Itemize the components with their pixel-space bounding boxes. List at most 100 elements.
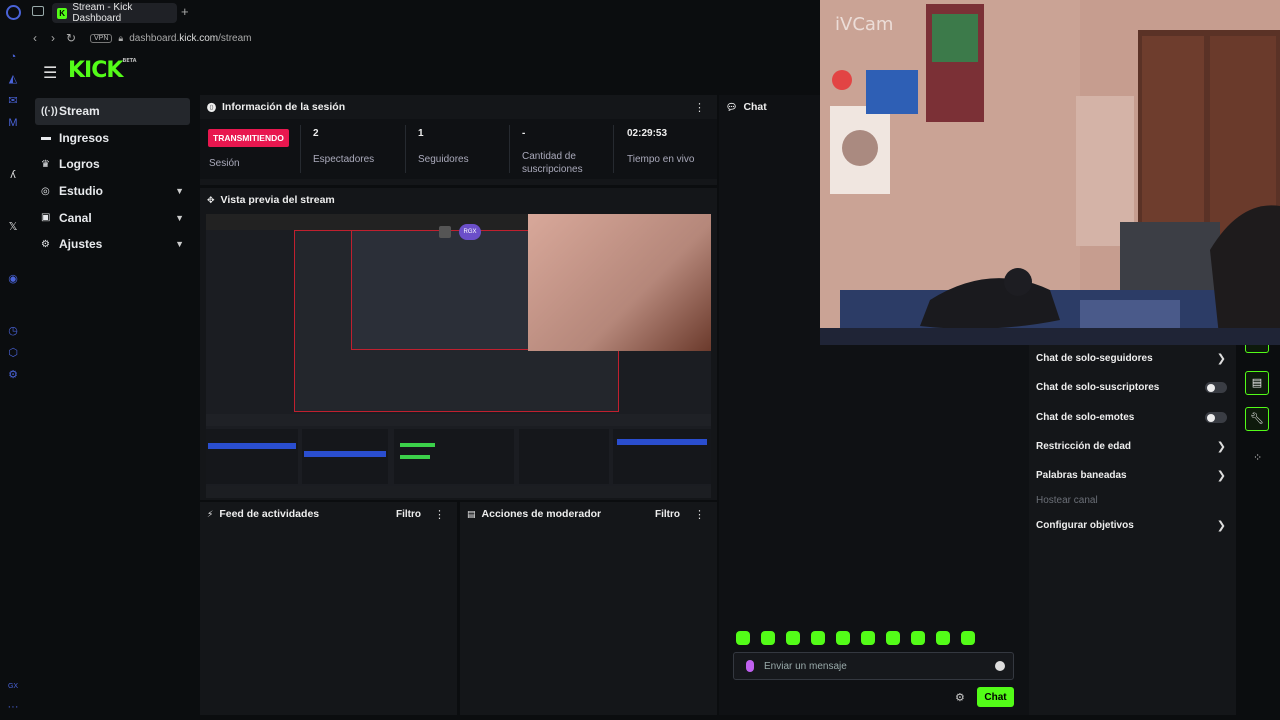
preview-obs-transitions <box>519 429 609 484</box>
camera-overlay: iVCam <box>820 0 1280 345</box>
setting-label: Chat de solo-emotes <box>1036 412 1135 423</box>
setting-subscribers-only[interactable]: Chat de solo-suscriptores <box>1036 382 1236 393</box>
setting-banned-words[interactable]: Palabras baneadas ❯ <box>1036 470 1236 482</box>
nav-item-canal[interactable]: ▣ Canal ▼ <box>35 204 190 231</box>
emote-icon[interactable] <box>961 631 975 645</box>
more-icon[interactable]: ··· <box>6 700 20 714</box>
menu-icon[interactable]: ☰ <box>43 63 57 83</box>
browser-settings-icon[interactable]: ⚙ <box>6 368 20 382</box>
preview-camera-feed <box>528 214 711 351</box>
stat-value: 02:29:53 <box>627 128 668 139</box>
cam-badge <box>832 70 852 90</box>
mod-filter-button[interactable]: Filtro <box>655 509 680 520</box>
panel-title: Chat <box>743 101 767 113</box>
stat-status: TRANSMITIENDO Sesión <box>200 119 304 179</box>
subscribers-only-toggle[interactable] <box>1205 382 1227 393</box>
kick-logo[interactable]: KICKBETA <box>68 58 137 83</box>
aria-icon[interactable]: ◭ <box>6 72 20 86</box>
messenger-icon[interactable]: ✉ <box>6 94 20 108</box>
speed-dial-icon[interactable]: ◔ <box>6 50 20 64</box>
vpn-badge[interactable]: VPN <box>90 33 113 43</box>
emote-icon[interactable] <box>836 631 850 645</box>
stream-preview[interactable]: RGX <box>206 214 711 498</box>
history-icon[interactable]: ◷ <box>6 324 20 338</box>
emote-bar <box>736 631 975 645</box>
player-icon[interactable]: ◉ <box>6 272 20 286</box>
emoji-picker-icon[interactable] <box>995 661 1005 671</box>
send-chat-button[interactable]: Chat <box>977 687 1014 707</box>
chat-input[interactable]: Enviar un mensaje <box>733 652 1014 680</box>
nav-item-ajustes[interactable]: ⚙ Ajustes ▼ <box>35 231 190 258</box>
url-field[interactable]: dashboard.kick.com/stream <box>129 33 251 44</box>
nav-item-ingresos[interactable]: ▬ Ingresos <box>35 125 190 152</box>
emote-icon[interactable] <box>761 631 775 645</box>
stat-value: 2 <box>313 128 319 139</box>
emotes-only-toggle[interactable] <box>1205 412 1227 423</box>
emote-icon[interactable] <box>861 631 875 645</box>
stat-subscriptions: - Cantidad de suscripciones <box>522 119 600 179</box>
stat-uptime: 02:29:53 Tiempo en vivo <box>627 119 717 179</box>
setting-label: Palabras baneadas <box>1036 470 1127 481</box>
tab-switcher-icon[interactable] <box>32 6 44 16</box>
more-options-icon[interactable]: ⋮ <box>434 508 445 521</box>
opera-logo-icon[interactable] <box>6 5 21 20</box>
forward-icon[interactable]: › <box>44 31 62 45</box>
chevron-right-icon: ❯ <box>1216 470 1226 482</box>
panel-title: Acciones de moderador <box>481 508 602 520</box>
nav-label: Ingresos <box>59 130 110 145</box>
layout-tool-icon[interactable]: ▤ <box>1245 371 1269 395</box>
popout-icon[interactable] <box>439 226 451 238</box>
cam-sticker <box>866 70 918 114</box>
preview-icon: ✥ <box>207 194 215 205</box>
browser-tab-bar: K Stream - Kick Dashboard + <box>0 0 820 26</box>
x-icon[interactable]: 𝕏 <box>6 220 20 234</box>
nav-item-logros[interactable]: ♛ Logros <box>35 151 190 178</box>
setting-goals[interactable]: Configurar objetivos ❯ <box>1036 520 1236 532</box>
nav-item-stream[interactable]: ((·)) Stream <box>35 98 190 125</box>
setting-label: Restricción de edad <box>1036 441 1132 452</box>
document-icon: ▤ <box>467 508 476 519</box>
emote-icon[interactable] <box>786 631 800 645</box>
activity-feed-panel: ⚡︎ Feed de actividades Filtro ⋮ <box>200 502 457 715</box>
preview-obs-mixer <box>394 429 514 484</box>
activity-filter-button[interactable]: Filtro <box>396 509 421 520</box>
gx-icon[interactable]: GX <box>6 680 20 694</box>
rgx-badge-icon: RGX <box>459 224 481 240</box>
reload-icon[interactable]: ↻ <box>62 31 80 45</box>
nav-label: Logros <box>59 157 100 172</box>
extensions-icon[interactable]: ⬡ <box>6 346 20 360</box>
back-icon[interactable]: ‹ <box>26 31 44 45</box>
stream-icon: ((·)) <box>41 105 58 117</box>
emote-icon[interactable] <box>911 631 925 645</box>
mail-icon[interactable]: M <box>6 116 20 130</box>
wrench-tool-icon[interactable]: 🔧︎ <box>1245 407 1269 431</box>
settings-icon: ⚙ <box>41 238 50 250</box>
live-badge: TRANSMITIENDO <box>208 129 289 147</box>
more-options-icon[interactable]: ⋮ <box>694 508 705 521</box>
stat-label: Espectadores <box>313 154 375 165</box>
nav-item-estudio[interactable]: ◎ Estudio ▼ <box>35 178 190 205</box>
setting-followers-only[interactable]: Chat de solo-seguidores ❯ <box>1036 353 1236 365</box>
emote-icon[interactable] <box>886 631 900 645</box>
nav-label: Stream <box>59 104 100 119</box>
more-options-icon[interactable]: ⋮ <box>694 101 705 114</box>
chat-settings-icon[interactable]: ⚙ <box>955 691 965 704</box>
setting-emotes-only[interactable]: Chat de solo-emotes <box>1036 412 1236 423</box>
browser-tab[interactable]: K Stream - Kick Dashboard <box>52 2 177 24</box>
new-tab-icon[interactable]: + <box>181 4 189 19</box>
info-icon: ⓿ <box>207 102 217 113</box>
emote-icon[interactable] <box>936 631 950 645</box>
setting-label: Chat de solo-suscriptores <box>1036 382 1160 393</box>
microphone-icon[interactable] <box>746 660 754 672</box>
camera-scene <box>820 0 1280 345</box>
emote-icon[interactable] <box>811 631 825 645</box>
preview-obs-sources-bar <box>206 414 711 426</box>
users-tool-icon[interactable]: ⁘ <box>1253 451 1262 464</box>
preview-nested-capture <box>351 230 531 350</box>
kick-sidebar-icon[interactable]: ʎ <box>6 168 20 182</box>
chat-tools-strip: ▤ 🔧︎ ⁘ <box>1236 339 1280 720</box>
session-panel: ⓿ Información de la sesión ⋮ TRANSMITIEND… <box>200 95 717 185</box>
setting-age-restriction[interactable]: Restricción de edad ❯ <box>1036 441 1236 453</box>
preview-taskbar <box>206 486 711 498</box>
emote-icon[interactable] <box>736 631 750 645</box>
